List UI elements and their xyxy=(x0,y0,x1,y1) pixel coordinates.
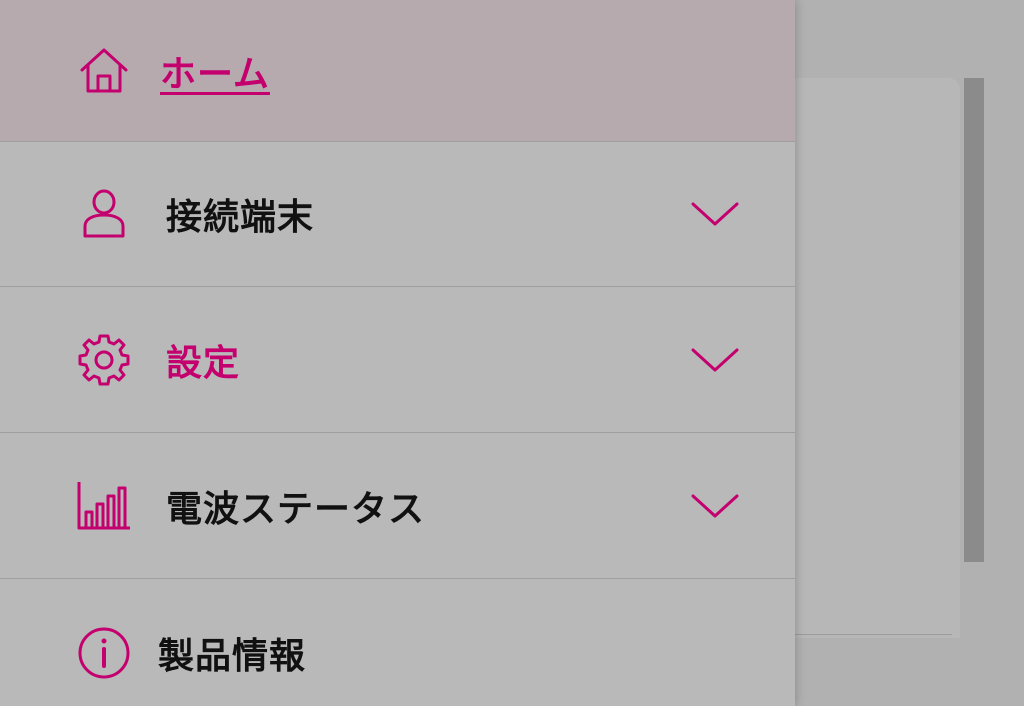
background-card xyxy=(780,78,960,638)
menu-item-connected-devices[interactable]: 接続端末 xyxy=(0,142,795,287)
background-scrollbar[interactable] xyxy=(964,78,984,562)
menu-item-product-info[interactable]: 製品情報 xyxy=(0,580,795,706)
menu-label-settings: 設定 xyxy=(166,343,241,384)
menu-label-signal-status: 電波ステータス xyxy=(166,489,426,530)
menu-item-settings[interactable]: 設定 xyxy=(0,288,795,433)
chevron-down-icon[interactable] xyxy=(690,345,740,375)
chevron-down-icon[interactable] xyxy=(690,491,740,521)
menu-item-home[interactable]: ホーム xyxy=(0,0,795,142)
menu-item-signal-status[interactable]: 電波ステータス xyxy=(0,434,795,579)
menu-label-connected-devices: 接続端末 xyxy=(166,197,315,238)
background-divider xyxy=(780,634,952,635)
navigation-drawer: ホーム 接続端末 設定 電波ステータス 製品情報 xyxy=(0,0,795,706)
signal-bars-icon xyxy=(76,478,132,534)
info-icon xyxy=(76,625,132,681)
gear-icon xyxy=(76,332,132,388)
menu-label-home[interactable]: ホーム xyxy=(160,45,270,97)
page: ホーム 接続端末 設定 電波ステータス 製品情報 xyxy=(0,0,1024,706)
chevron-down-icon[interactable] xyxy=(690,199,740,229)
home-icon xyxy=(76,43,132,99)
menu-label-product-info: 製品情報 xyxy=(158,635,307,677)
user-icon xyxy=(76,186,132,242)
